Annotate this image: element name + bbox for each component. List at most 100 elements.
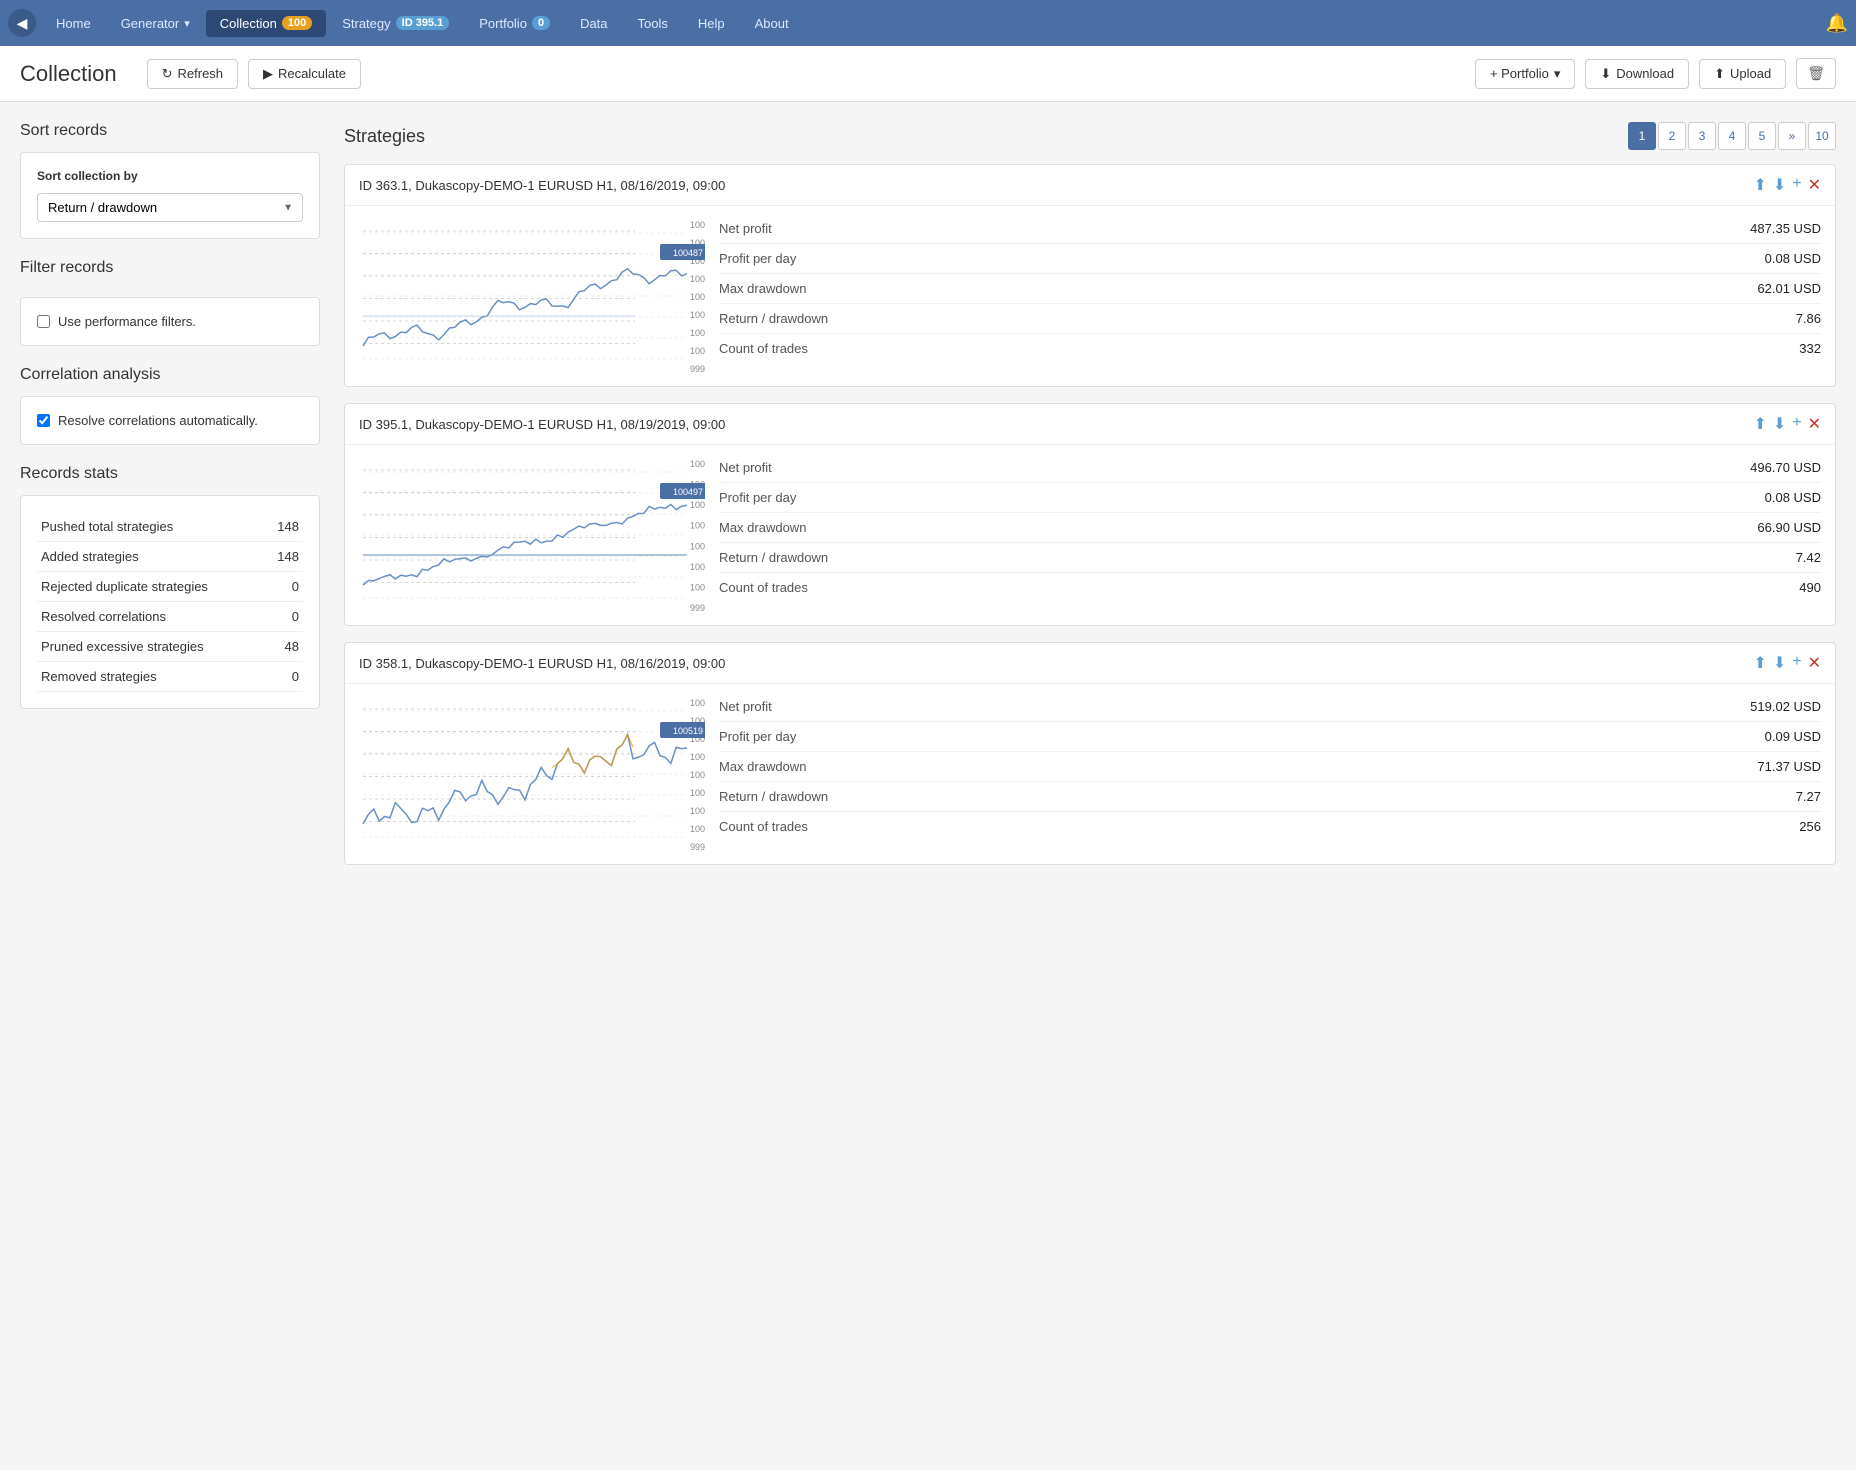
strategy-stat-value: 332: [1799, 341, 1821, 356]
strategy-stat-label: Max drawdown: [719, 281, 806, 296]
strategy-stat-row: Return / drawdown 7.86: [719, 304, 1821, 334]
page-btn-10[interactable]: 10: [1808, 122, 1836, 150]
nav-item-about[interactable]: About: [741, 10, 803, 37]
page-btn-2[interactable]: 2: [1658, 122, 1686, 150]
nav-item-portfolio[interactable]: Portfolio 0: [465, 10, 564, 37]
download-button[interactable]: ⬇ Download: [1585, 59, 1689, 89]
sort-section-title: Sort records: [20, 122, 320, 140]
strategy-stat-label: Net profit: [719, 460, 772, 475]
strategy-body: .gl{stroke:#aaa;stroke-width:0.5;stroke-…: [345, 445, 1835, 625]
strategy-stat-label: Profit per day: [719, 490, 796, 505]
resolve-correlation-checkbox[interactable]: [37, 414, 50, 427]
strategy-stat-value: 0.08 USD: [1765, 490, 1821, 505]
remove-icon[interactable]: ✕: [1808, 175, 1821, 195]
strategy-stat-label: Net profit: [719, 221, 772, 236]
nav-item-home[interactable]: Home: [42, 10, 105, 37]
refresh-button[interactable]: ↻ Refresh: [147, 59, 238, 89]
move-down-icon[interactable]: ⬇: [1773, 653, 1786, 673]
nav-item-data[interactable]: Data: [566, 10, 621, 37]
navbar: ◀ Home Generator ▾ Collection 100 Strate…: [0, 0, 1856, 46]
strategy-stat-label: Profit per day: [719, 251, 796, 266]
stat-label: Resolved correlations: [37, 602, 264, 632]
strategies-title: Strategies: [344, 126, 425, 147]
strategy-stat-value: 0.09 USD: [1765, 729, 1821, 744]
strategy-stat-row: Max drawdown 62.01 USD: [719, 274, 1821, 304]
strategy-stat-row: Profit per day 0.08 USD: [719, 483, 1821, 513]
svg-text:100190: 100190: [690, 788, 705, 798]
add-icon[interactable]: +: [1792, 175, 1801, 195]
records-stats-card: Pushed total strategies148Added strategi…: [20, 495, 320, 709]
page-btn-3[interactable]: 3: [1688, 122, 1716, 150]
sort-select-wrap: Return / drawdown Net profit Profit per …: [37, 193, 303, 222]
strategy-stat-row: Net profit 519.02 USD: [719, 692, 1821, 722]
move-down-icon[interactable]: ⬇: [1773, 414, 1786, 434]
strategy-header: ID 363.1, Dukascopy-DEMO-1 EURUSD H1, 08…: [345, 165, 1835, 206]
svg-text:100610: 100610: [690, 459, 705, 469]
nav-item-tools[interactable]: Tools: [624, 10, 682, 37]
stat-label: Removed strategies: [37, 662, 264, 692]
svg-text:100370: 100370: [690, 500, 705, 510]
chart-area: .gl{stroke:#aaa;stroke-width:0.5;stroke-…: [345, 684, 705, 864]
move-down-icon[interactable]: ⬇: [1773, 175, 1786, 195]
page-btn-1[interactable]: 1: [1628, 122, 1656, 150]
delete-button[interactable]: 🗑: [1796, 58, 1836, 89]
svg-text:100030: 100030: [690, 824, 705, 834]
nav-item-help[interactable]: Help: [684, 10, 739, 37]
strategy-stat-value: 7.86: [1796, 311, 1821, 326]
move-up-icon[interactable]: ⬆: [1753, 653, 1766, 673]
stats-area: Net profit 487.35 USD Profit per day 0.0…: [705, 206, 1835, 386]
svg-text:100130: 100130: [690, 562, 705, 572]
stat-label: Added strategies: [37, 542, 264, 572]
stat-label: Rejected duplicate strategies: [37, 572, 264, 602]
download-icon: ⬇: [1600, 66, 1611, 82]
refresh-icon: ↻: [162, 66, 173, 82]
svg-text:100519: 100519: [673, 726, 703, 736]
svg-text:100487: 100487: [673, 248, 703, 258]
svg-text:100590: 100590: [690, 698, 705, 708]
svg-text:100130: 100130: [690, 328, 705, 338]
nav-item-collection[interactable]: Collection 100: [206, 10, 326, 37]
stat-label: Pushed total strategies: [37, 512, 264, 542]
strategy-stat-row: Count of trades 256: [719, 812, 1821, 841]
strategy-header: ID 358.1, Dukascopy-DEMO-1 EURUSD H1, 08…: [345, 643, 1835, 684]
strategy-body: .gl{stroke:#aaa;stroke-width:0.5;stroke-…: [345, 684, 1835, 864]
stat-value: 148: [264, 542, 303, 572]
nav-item-generator[interactable]: Generator ▾: [107, 10, 204, 37]
page-btn-»[interactable]: »: [1778, 122, 1806, 150]
stat-row: Pushed total strategies148: [37, 512, 303, 542]
move-up-icon[interactable]: ⬆: [1753, 175, 1766, 195]
remove-icon[interactable]: ✕: [1808, 414, 1821, 434]
strategy-actions: ⬆ ⬇ + ✕: [1753, 414, 1821, 434]
add-icon[interactable]: +: [1792, 653, 1801, 673]
svg-text:100340: 100340: [690, 274, 705, 284]
upload-button[interactable]: ⬆ Upload: [1699, 59, 1786, 89]
strategy-stat-label: Count of trades: [719, 341, 808, 356]
strategy-stat-value: 7.42: [1796, 550, 1821, 565]
strategy-stat-value: 66.90 USD: [1757, 520, 1821, 535]
strategy-stat-label: Return / drawdown: [719, 789, 828, 804]
nav-home-button[interactable]: ◀: [8, 9, 36, 37]
toolbar: Collection ↻ Refresh ▶ Recalculate + Por…: [0, 46, 1856, 102]
portfolio-button[interactable]: + Portfolio ▾: [1475, 59, 1575, 89]
sort-select[interactable]: Return / drawdown Net profit Profit per …: [37, 193, 303, 222]
strategy-card-strat-395: ID 395.1, Dukascopy-DEMO-1 EURUSD H1, 08…: [344, 403, 1836, 626]
strategy-stat-value: 71.37 USD: [1757, 759, 1821, 774]
strategy-stat-row: Net profit 496.70 USD: [719, 453, 1821, 483]
chart-area: .gl{stroke:#aaa;stroke-width:0.5;stroke-…: [345, 206, 705, 386]
nav-item-strategy[interactable]: Strategy ID 395.1: [328, 10, 463, 37]
page-btn-5[interactable]: 5: [1748, 122, 1776, 150]
move-up-icon[interactable]: ⬆: [1753, 414, 1766, 434]
page-btn-4[interactable]: 4: [1718, 122, 1746, 150]
strategy-badge: ID 395.1: [396, 16, 450, 30]
stats-area: Net profit 519.02 USD Profit per day 0.0…: [705, 684, 1835, 864]
stat-value: 48: [264, 632, 303, 662]
page-title: Collection: [20, 61, 117, 87]
notifications-icon[interactable]: 🔔: [1826, 13, 1848, 34]
play-icon: ▶: [263, 66, 273, 82]
add-icon[interactable]: +: [1792, 414, 1801, 434]
remove-icon[interactable]: ✕: [1808, 653, 1821, 673]
recalculate-button[interactable]: ▶ Recalculate: [248, 59, 361, 89]
left-panel: Sort records Sort collection by Return /…: [20, 122, 320, 729]
performance-filter-checkbox[interactable]: [37, 315, 50, 328]
svg-text:100050: 100050: [690, 582, 705, 592]
